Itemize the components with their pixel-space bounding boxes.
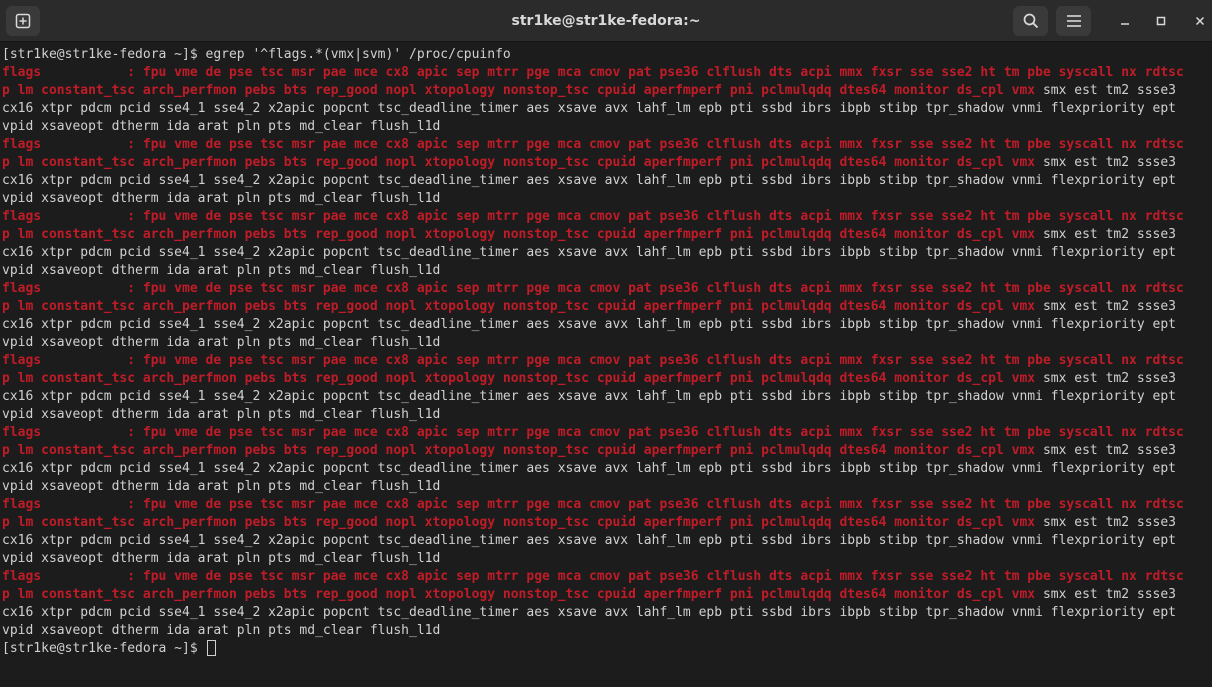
flags-text: smx est tm2 ssse3 — [1035, 371, 1177, 386]
flags-line: cx16 xtpr pdcm pcid sse4_1 sse4_2 x2apic… — [2, 461, 1176, 476]
flags-line: vpid xsaveopt dtherm ida arat pln pts md… — [2, 407, 441, 422]
terminal-window: str1ke@str1ke-fedora:~ [str1ke@str1ke-fe… — [0, 0, 1212, 687]
flags-match-text: p lm constant_tsc arch_perfmon pebs bts … — [2, 371, 1036, 386]
flags-line: vpid xsaveopt dtherm ida arat pln pts md… — [2, 551, 441, 566]
text-cursor — [206, 640, 216, 656]
flags-line: flags : fpu vme de pse tsc msr pae mce c… — [2, 281, 1184, 296]
flags-match-text: p lm constant_tsc arch_perfmon pebs bts … — [2, 155, 1036, 170]
menu-button[interactable] — [1056, 6, 1091, 36]
flags-line: vpid xsaveopt dtherm ida arat pln pts md… — [2, 119, 441, 134]
flags-line: vpid xsaveopt dtherm ida arat pln pts md… — [2, 335, 441, 350]
flags-line: vpid xsaveopt dtherm ida arat pln pts md… — [2, 623, 441, 638]
flags-line: cx16 xtpr pdcm pcid sse4_1 sse4_2 x2apic… — [2, 533, 1176, 548]
flags-match-text: p lm constant_tsc arch_perfmon pebs bts … — [2, 443, 1036, 458]
flags-line: flags : fpu vme de pse tsc msr pae mce c… — [2, 137, 1184, 152]
minimize-button[interactable] — [1114, 10, 1136, 32]
search-button[interactable] — [1013, 6, 1048, 36]
flags-text: smx est tm2 ssse3 — [1035, 587, 1177, 602]
flags-line: flags : fpu vme de pse tsc msr pae mce c… — [2, 65, 1184, 80]
flags-match-text: p lm constant_tsc arch_perfmon pebs bts … — [2, 299, 1036, 314]
flags-line: flags : fpu vme de pse tsc msr pae mce c… — [2, 497, 1184, 512]
flags-text: smx est tm2 ssse3 — [1035, 227, 1177, 242]
flags-line: cx16 xtpr pdcm pcid sse4_1 sse4_2 x2apic… — [2, 317, 1176, 332]
flags-line: cx16 xtpr pdcm pcid sse4_1 sse4_2 x2apic… — [2, 173, 1176, 188]
flags-text: smx est tm2 ssse3 — [1035, 83, 1177, 98]
flags-line: p lm constant_tsc arch_perfmon pebs bts … — [2, 586, 1212, 604]
flags-line: flags : fpu vme de pse tsc msr pae mce c… — [2, 353, 1184, 368]
flags-line: vpid xsaveopt dtherm ida arat pln pts md… — [2, 479, 441, 494]
flags-line: flags : fpu vme de pse tsc msr pae mce c… — [2, 569, 1184, 584]
command-line: [str1ke@str1ke-fedora ~]$ egrep '^flags.… — [2, 47, 511, 62]
flags-line: cx16 xtpr pdcm pcid sse4_1 sse4_2 x2apic… — [2, 245, 1176, 260]
flags-line: flags : fpu vme de pse tsc msr pae mce c… — [2, 209, 1184, 224]
flags-line: p lm constant_tsc arch_perfmon pebs bts … — [2, 298, 1212, 316]
maximize-button[interactable] — [1150, 10, 1172, 32]
flags-text: smx est tm2 ssse3 — [1035, 443, 1177, 458]
flags-line: p lm constant_tsc arch_perfmon pebs bts … — [2, 226, 1212, 244]
flags-match-text: p lm constant_tsc arch_perfmon pebs bts … — [2, 83, 1036, 98]
flags-match-text: p lm constant_tsc arch_perfmon pebs bts … — [2, 587, 1036, 602]
flags-text: smx est tm2 ssse3 — [1035, 515, 1177, 530]
flags-text: smx est tm2 ssse3 — [1035, 299, 1177, 314]
flags-line: p lm constant_tsc arch_perfmon pebs bts … — [2, 82, 1212, 100]
terminal-output[interactable]: [str1ke@str1ke-fedora ~]$ egrep '^flags.… — [0, 42, 1212, 687]
close-button[interactable] — [1189, 10, 1211, 32]
flags-match-text: p lm constant_tsc arch_perfmon pebs bts … — [2, 227, 1036, 242]
flags-line: p lm constant_tsc arch_perfmon pebs bts … — [2, 370, 1212, 388]
flags-line: flags : fpu vme de pse tsc msr pae mce c… — [2, 425, 1184, 440]
flags-line: vpid xsaveopt dtherm ida arat pln pts md… — [2, 191, 441, 206]
flags-line: p lm constant_tsc arch_perfmon pebs bts … — [2, 514, 1212, 532]
flags-line: cx16 xtpr pdcm pcid sse4_1 sse4_2 x2apic… — [2, 101, 1176, 116]
flags-line: p lm constant_tsc arch_perfmon pebs bts … — [2, 442, 1212, 460]
flags-line: cx16 xtpr pdcm pcid sse4_1 sse4_2 x2apic… — [2, 605, 1176, 620]
flags-line: vpid xsaveopt dtherm ida arat pln pts md… — [2, 263, 441, 278]
flags-match-text: p lm constant_tsc arch_perfmon pebs bts … — [2, 515, 1036, 530]
prompt-text: [str1ke@str1ke-fedora ~]$ — [2, 641, 206, 656]
prompt-line[interactable]: [str1ke@str1ke-fedora ~]$ — [2, 640, 1212, 658]
flags-line: p lm constant_tsc arch_perfmon pebs bts … — [2, 154, 1212, 172]
flags-text: smx est tm2 ssse3 — [1035, 155, 1177, 170]
flags-line: cx16 xtpr pdcm pcid sse4_1 sse4_2 x2apic… — [2, 389, 1176, 404]
title-bar[interactable]: str1ke@str1ke-fedora:~ — [0, 0, 1212, 42]
